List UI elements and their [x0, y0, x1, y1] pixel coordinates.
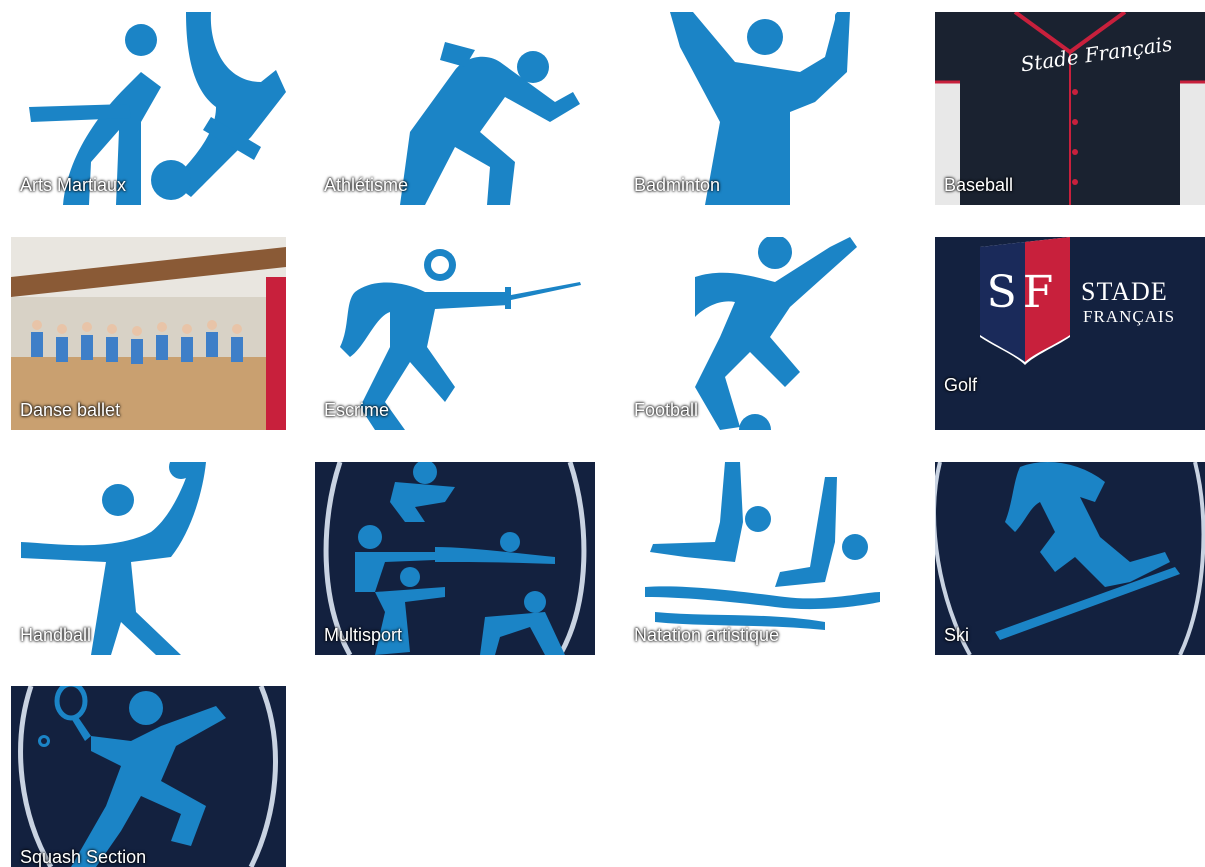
- stade-francais-logo: [980, 237, 1070, 365]
- section-label: Golf: [944, 375, 978, 395]
- section-label: Multisport: [324, 625, 403, 645]
- section-card-golf[interactable]: SF STADE FRANÇAIS Golf: [935, 237, 1205, 430]
- section-label: Baseball: [944, 175, 1014, 195]
- section-label: Danse ballet: [20, 400, 121, 420]
- section-label: Badminton: [634, 175, 721, 195]
- section-card-ski[interactable]: Ski: [935, 462, 1205, 655]
- section-label: Ski: [944, 625, 970, 645]
- section-card-badminton[interactable]: Badminton: [625, 12, 905, 205]
- section-card-handball[interactable]: Handball: [11, 462, 286, 655]
- section-card-arts-martiaux[interactable]: Arts Martiaux: [11, 12, 286, 205]
- section-label: Squash Section: [20, 847, 147, 867]
- logo-line2: FRANÇAIS: [1083, 307, 1176, 326]
- section-card-natation-artistique[interactable]: Natation artistique: [625, 462, 905, 655]
- section-label: Natation artistique: [634, 625, 780, 645]
- section-card-squash-section[interactable]: Squash Section: [11, 686, 286, 867]
- section-label: Escrime: [324, 400, 390, 420]
- section-card-baseball[interactable]: Stade Français Baseball: [935, 12, 1205, 205]
- section-card-danse-ballet[interactable]: Danse ballet: [11, 237, 286, 430]
- logo-line1: STADE: [1081, 277, 1168, 306]
- section-card-athletisme[interactable]: Athlétisme: [315, 12, 595, 205]
- section-card-escrime[interactable]: Escrime: [315, 237, 595, 430]
- section-card-football[interactable]: Football: [625, 237, 905, 430]
- section-label: Arts Martiaux: [20, 175, 127, 195]
- section-card-multisport[interactable]: Multisport: [315, 462, 595, 655]
- section-label: Handball: [20, 625, 92, 645]
- section-label: Football: [634, 400, 699, 420]
- skier-icon: [935, 462, 1205, 655]
- logo-monogram: SF: [986, 267, 1060, 318]
- squash-player-icon: [18, 686, 278, 867]
- section-label: Athlétisme: [324, 175, 409, 195]
- sections-grid: Arts Martiaux Athlétisme Badminton Stade…: [0, 0, 1205, 867]
